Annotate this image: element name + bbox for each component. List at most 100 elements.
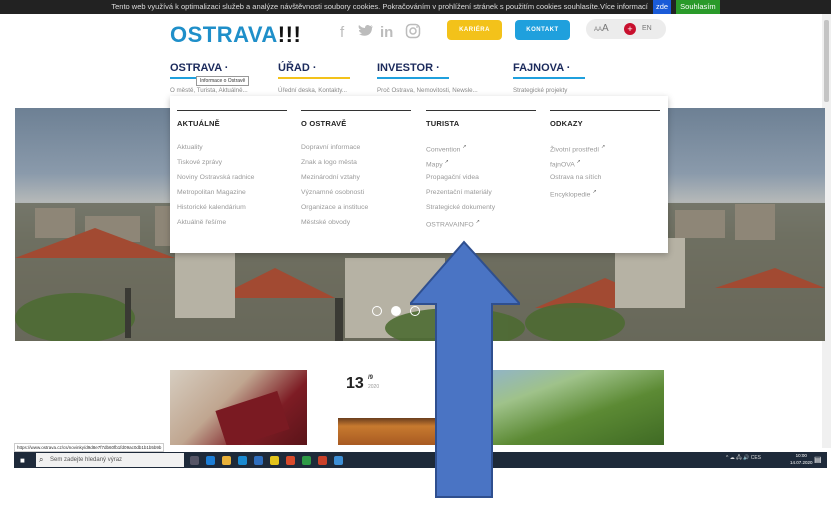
nav-sub: Úřední deska, Kontakty... <box>278 87 348 94</box>
windows-start-icon[interactable]: ■ <box>20 456 25 465</box>
chrome-icon[interactable] <box>286 456 295 465</box>
column-heading: AKTUÁLNĚ <box>177 119 220 128</box>
settings-switch: AAA + EN <box>586 19 666 39</box>
twitter-icon[interactable] <box>358 24 374 42</box>
browser-icon[interactable] <box>334 456 343 465</box>
taskbar-search-input[interactable]: ⌕ Sem zadejte hledaný výraz <box>36 453 184 467</box>
nav-sub: O městě, Turista, Aktuálně... <box>170 87 248 94</box>
external-link-icon: ↗ <box>576 159 581 165</box>
nav-sub: Strategické projekty <box>513 87 568 94</box>
linkedin-icon[interactable]: in <box>380 24 393 41</box>
cookie-bar: Tento web využívá k optimalizaci služeb … <box>0 0 831 14</box>
screenshot: Tento web využívá k optimalizaci služeb … <box>0 0 831 527</box>
menu-link[interactable]: Prezentační materiály <box>426 185 536 200</box>
divider <box>426 110 536 111</box>
divider <box>550 110 660 111</box>
menu-link[interactable]: Noviny Ostravská radnice <box>177 170 287 185</box>
excel-icon[interactable] <box>302 456 311 465</box>
external-link-icon: ↗ <box>462 144 467 150</box>
menu-link[interactable]: Propagační videa <box>426 170 536 185</box>
status-url-bar: https://www.ostrava.cz/cs/novinky/d9d8e7… <box>14 443 165 452</box>
mega-column-aktualne: AKTUÁLNĚ Aktuality Tiskové zprávy Noviny… <box>177 110 287 230</box>
kontakt-button[interactable]: KONTAKT <box>515 20 570 40</box>
menu-link[interactable]: Aktuálně řešíme <box>177 215 287 230</box>
cookie-text: Tento web využívá k optimalizaci služeb … <box>111 2 648 11</box>
scrollbar-thumb[interactable] <box>824 20 829 102</box>
store-icon[interactable] <box>238 456 247 465</box>
annotation-arrow <box>410 240 520 498</box>
nav-sub: Proč Ostrava, Nemovitosti, Newsle... <box>377 87 478 94</box>
menu-link-external[interactable]: Encyklopedie ↗ <box>550 185 660 200</box>
slider-dot-active[interactable] <box>391 306 401 316</box>
nav-item-fajnova[interactable]: FAJNOVA · Strategické projekty <box>513 62 585 94</box>
powerpoint-icon[interactable] <box>318 456 327 465</box>
passport-image <box>215 390 290 445</box>
search-placeholder: Sem zadejte hledaný výraz <box>50 457 123 463</box>
clock-date: 14.07.2020 <box>790 459 813 465</box>
logo-text: OSTRAVA <box>170 22 278 47</box>
mega-column-odkazy: ODKAZY Životní prostředí ↗ fajnOVA ↗ Ost… <box>550 110 660 200</box>
divider <box>177 110 287 111</box>
menu-link[interactable]: Historické kalendárium <box>177 200 287 215</box>
nav-label: INVESTOR <box>377 62 434 74</box>
taskbar-clock[interactable]: 10:00 14.07.2020 <box>790 453 813 466</box>
nav-item-urad[interactable]: ÚŘAD · Úřední deska, Kontakty... <box>278 62 350 94</box>
cookie-more-link[interactable]: zde <box>652 0 672 14</box>
column-heading: ODKAZY <box>550 119 583 128</box>
nav-label: FAJNOVA <box>513 62 564 74</box>
menu-link[interactable]: Organizace a instituce <box>301 200 411 215</box>
menu-link-external[interactable]: Mapy ↗ <box>426 155 536 170</box>
external-link-icon: ↗ <box>601 144 606 150</box>
logo-exclamation: !!! <box>277 22 302 47</box>
nav-label: ÚŘAD <box>278 62 310 74</box>
menu-link[interactable]: Městské obvody <box>301 215 411 230</box>
search-icon: ⌕ <box>39 455 44 464</box>
facebook-icon[interactable]: f <box>340 24 344 41</box>
mega-column-turista: TURISTA Convention ↗ Mapy ↗ Propagační v… <box>426 110 536 230</box>
instagram-icon[interactable] <box>405 23 421 43</box>
external-link-icon: ↗ <box>475 219 480 225</box>
divider <box>301 110 411 111</box>
file-explorer-icon[interactable] <box>222 456 231 465</box>
menu-link[interactable]: Strategické dokumenty <box>426 200 536 215</box>
menu-link-external[interactable]: fajnOVA ↗ <box>550 155 660 170</box>
kariera-button[interactable]: KARIÉRA <box>447 20 502 40</box>
menu-link[interactable]: Mezinárodní vztahy <box>301 170 411 185</box>
english-flag-icon[interactable]: + <box>624 23 636 35</box>
menu-link-external[interactable]: Životní prostředí ↗ <box>550 140 660 155</box>
menu-link[interactable]: Tiskové zprávy <box>177 155 287 170</box>
menu-link[interactable]: Metropolitan Magazine <box>177 185 287 200</box>
external-link-icon: ↗ <box>592 189 597 195</box>
slider-dot[interactable] <box>372 306 382 316</box>
card-date-day: 13 <box>346 375 364 392</box>
font-size-switch[interactable]: AAA <box>594 19 609 40</box>
cookie-accept-button[interactable]: Souhlasím <box>676 0 720 14</box>
menu-link[interactable]: Ostrava na sítích <box>550 170 660 185</box>
menu-link-external[interactable]: OSTRAVAINFO ↗ <box>426 215 536 230</box>
card-date-month: /9 <box>368 375 374 381</box>
task-view-icon[interactable] <box>190 456 199 465</box>
system-tray[interactable]: ^ ☁ 🖧 🔊 CES <box>726 455 761 463</box>
nav-label: OSTRAVA <box>170 62 222 74</box>
external-link-icon: ↗ <box>444 159 449 165</box>
notification-icon[interactable]: ▤ <box>814 455 822 464</box>
mega-column-o-ostrave: O OSTRAVĚ Dopravní informace Znak a logo… <box>301 110 411 230</box>
notes-icon[interactable] <box>270 456 279 465</box>
nav-underline <box>513 77 585 79</box>
edge-icon[interactable] <box>206 456 215 465</box>
menu-link[interactable]: Aktuality <box>177 140 287 155</box>
menu-link[interactable]: Dopravní informace <box>301 140 411 155</box>
language-switch[interactable]: EN <box>642 19 652 39</box>
nav-item-investor[interactable]: INVESTOR · Proč Ostrava, Nemovitosti, Ne… <box>377 62 478 94</box>
news-card-image[interactable] <box>170 370 307 445</box>
menu-link-external[interactable]: Convention ↗ <box>426 140 536 155</box>
site-logo[interactable]: OSTRAVA!!! <box>170 22 301 48</box>
menu-link[interactable]: Znak a logo města <box>301 155 411 170</box>
nav-underline <box>377 77 449 79</box>
outlook-icon[interactable] <box>254 456 263 465</box>
menu-link[interactable]: Významné osobnosti <box>301 185 411 200</box>
tooltip: Informace o Ostravě <box>196 76 250 86</box>
mega-menu: AKTUÁLNĚ Aktuality Tiskové zprávy Noviny… <box>170 96 668 253</box>
column-heading: TURISTA <box>426 119 460 128</box>
card-date-year: 2020 <box>368 384 380 390</box>
